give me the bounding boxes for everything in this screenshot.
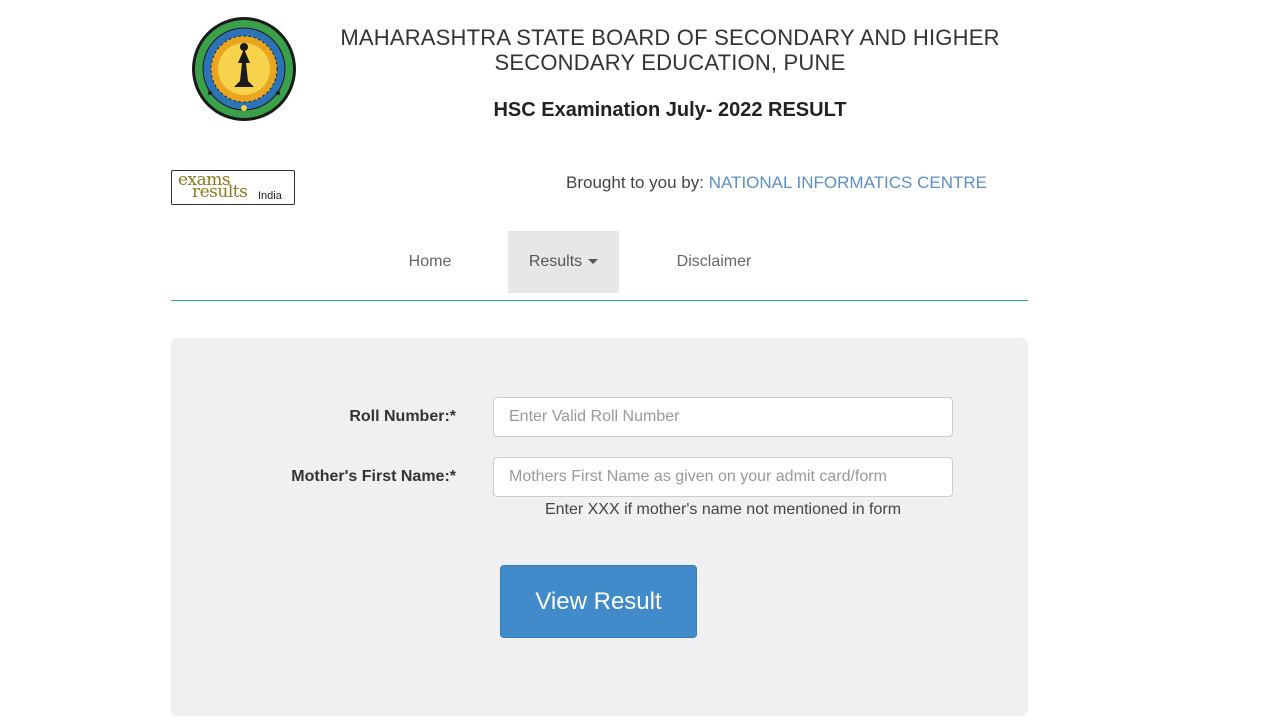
- nav-results-dropdown[interactable]: Results: [508, 231, 619, 293]
- exam-title: HSC Examination July- 2022 RESULT: [493, 99, 847, 121]
- board-seal-logo: [192, 17, 296, 121]
- nic-link[interactable]: NATIONAL INFORMATICS CENTRE: [709, 173, 987, 192]
- nav-disclaimer[interactable]: Disclaimer: [659, 231, 769, 293]
- page: MAHARASHTRA STATE BOARD OF SECONDARY AND…: [0, 0, 1280, 720]
- navbar: Home Results Disclaimer: [171, 231, 1028, 301]
- credit-prefix: Brought to you by:: [566, 173, 709, 192]
- roll-number-label: Roll Number:*: [349, 408, 456, 425]
- exams-results-india-logo[interactable]: exams results India: [171, 170, 295, 205]
- result-form-panel: Roll Number:* Mother's First Name:* Ente…: [171, 338, 1028, 716]
- mother-name-label: Mother's First Name:*: [291, 468, 456, 485]
- nav-home-label: Home: [408, 253, 452, 270]
- board-name: MAHARASHTRA STATE BOARD OF SECONDARY AND…: [300, 25, 1040, 75]
- caret-down-icon: [588, 259, 599, 265]
- board-name-line2: SECONDARY EDUCATION, PUNE: [494, 50, 846, 75]
- mother-name-hint: Enter XXX if mother's name not mentioned…: [544, 501, 902, 518]
- mother-name-input[interactable]: [493, 457, 953, 497]
- roll-number-input[interactable]: [493, 397, 953, 437]
- board-name-line1: MAHARASHTRA STATE BOARD OF SECONDARY AND…: [340, 25, 1000, 50]
- credit-line: Brought to you by: NATIONAL INFORMATICS …: [566, 173, 987, 193]
- view-result-button[interactable]: View Result: [500, 565, 697, 638]
- nav-disclaimer-label: Disclaimer: [676, 253, 752, 270]
- nav-results-label: Results: [528, 253, 583, 270]
- logo-text-india: India: [258, 190, 282, 202]
- logo-text-results: results: [192, 182, 248, 202]
- nav-home[interactable]: Home: [385, 231, 475, 293]
